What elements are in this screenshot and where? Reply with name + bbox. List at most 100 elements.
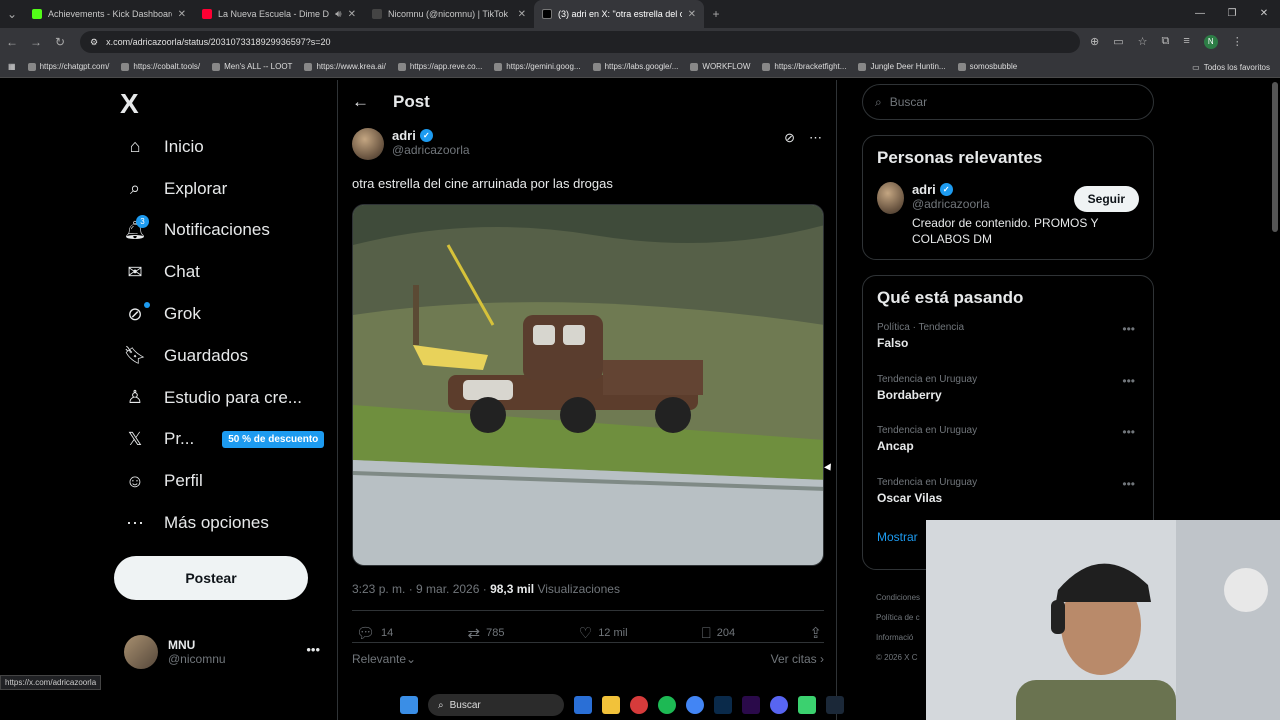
sort-dropdown[interactable]: Relevante⌄ [352,652,416,666]
avatar[interactable] [352,128,384,160]
tab-list-icon[interactable]: ⌄ [0,7,24,21]
close-icon[interactable]: ✕ [688,9,696,20]
relevant-person[interactable]: adri ✓ @adricazoorla Creador de contenido… [877,182,1139,247]
menu-icon[interactable]: ⋮ [1232,35,1243,49]
cast-icon[interactable]: ▭ [1113,35,1123,49]
nav-item-grok[interactable]: ⊘ Grok [114,293,334,335]
bookmark[interactable]: https://gemini.goog... [494,62,581,71]
tab-tiktok[interactable]: Nicomnu (@nicomnu) | TikTok ✕ [364,0,534,28]
search-input[interactable]: ⌕ Buscar [862,84,1154,120]
close-icon[interactable]: ✕ [518,9,526,20]
chrome-icon[interactable] [686,696,704,714]
nav-item-chat[interactable]: ✉ Chat [114,251,334,293]
trend-item[interactable]: Tendencia en Uruguay Bordaberry ••• [877,374,1139,426]
outlook-icon[interactable] [574,696,592,714]
close-icon[interactable]: ✕ [348,9,356,20]
trend-item[interactable]: Tendencia en Uruguay Ancap ••• [877,425,1139,477]
steam-icon[interactable] [826,696,844,714]
profile-avatar-icon[interactable]: N [1203,35,1218,49]
all-bookmarks[interactable]: ▭ Todos los favoritos [1192,56,1270,78]
minimize-icon[interactable]: — [1184,0,1216,28]
app-icon[interactable] [798,696,816,714]
post-time[interactable]: 3:23 p. m. · 9 mar. 2026 · [352,582,490,596]
post-media[interactable] [352,204,824,566]
nav-item-pr[interactable]: 𝕏 Pr... 50 % de descuento [114,419,334,461]
more-icon[interactable]: ••• [306,642,320,657]
page-scrollbar[interactable] [1272,82,1278,232]
quotes-link[interactable]: Ver citas › [771,652,824,666]
spotify-icon[interactable] [658,696,676,714]
post-button[interactable]: Postear [114,555,308,600]
discord-icon[interactable] [770,696,788,714]
bookmark[interactable]: https://labs.google/... [592,62,678,71]
address-bar[interactable]: ⚙ x.com/adricazoorla/status/203107331892… [80,31,1080,53]
close-icon[interactable]: ✕ [178,9,186,20]
post-author[interactable]: adri ✓ @adricazoorla [352,128,470,160]
back-icon[interactable]: ← [0,35,24,49]
bookmark[interactable]: Men's ALL -- LOOT [212,62,292,71]
extensions-icon[interactable]: ⧉ [1162,35,1170,49]
like-button[interactable]: ♡ 12 mil [579,624,628,642]
forward-icon[interactable]: → [24,35,48,49]
bookmark[interactable]: somosbubble [957,62,1018,71]
x-logo[interactable]: X [120,82,164,126]
nav-item-notificaciones[interactable]: 🔔︎ 3 Notificaciones [114,210,334,252]
more-icon[interactable]: ⋯ [809,130,822,146]
back-arrow-icon[interactable]: ← [352,92,369,112]
bookmark[interactable]: https://www.krea.ai/ [304,62,386,71]
grok-icon: ⊘ [127,303,143,324]
star-icon[interactable]: ☆ [1138,35,1148,49]
bookmark-favicon-icon [957,62,966,71]
share-icon: ⇪ [809,625,822,642]
avatar[interactable] [877,182,904,214]
premiere-icon[interactable] [742,696,760,714]
windows-start-icon[interactable] [400,696,418,714]
nav-item-explorar[interactable]: ⌕ Explorar [114,168,334,210]
trend-list: Política · Tendencia Falso ••• Tendencia en… [877,322,1139,528]
bookmark[interactable]: Jungle Deer Huntin... [858,62,946,71]
more-icon[interactable]: ••• [1122,322,1135,336]
reply-button[interactable]: 💬︎ 14 [356,624,393,642]
apps-icon[interactable]: ▦ [8,62,16,71]
bookmark[interactable]: https://app.reve.co... [397,62,482,71]
reload-icon[interactable]: ↻ [48,35,72,49]
tab-x-post[interactable]: (3) adri en X: "otra estrella del c ✕ [534,0,704,28]
account-switcher[interactable]: MNU @nicomnu ••• [124,630,324,674]
search-placeholder: Buscar [889,95,928,109]
photoshop-icon[interactable] [714,696,732,714]
speaker-icon[interactable]: 🔊︎ [335,9,341,20]
taskbar-search[interactable]: ⌕ Buscar [428,694,564,716]
nav-item-más-opciones[interactable]: ⋯ Más opciones [114,502,334,544]
file-explorer-icon[interactable] [602,696,620,714]
repost-button[interactable]: ⇄ 785 [468,624,505,642]
grok-icon[interactable]: ⊘ [784,130,795,146]
bookmark[interactable]: https://cobalt.tools/ [121,62,200,71]
app-icon[interactable] [630,696,648,714]
trend-item[interactable]: Política · Tendencia Falso ••• [877,322,1139,374]
avatar [124,635,158,669]
close-window-icon[interactable]: ✕ [1248,0,1280,28]
bookmark-label: somosbubble [969,62,1018,71]
nav-item-perfil[interactable]: ☺ Perfil [114,460,334,502]
more-icon[interactable]: ••• [1122,477,1135,491]
nav-item-estudio-para-cre[interactable]: ♙ Estudio para cre... [114,377,334,419]
bookmark[interactable]: https://chatgpt.com/ [27,62,109,71]
site-info-icon[interactable]: ⚙ [90,37,98,48]
more-icon[interactable]: ••• [1122,374,1135,388]
new-tab-icon[interactable]: + [704,7,728,21]
tab-youtube[interactable]: La Nueva Escuela - Dime D 🔊︎ ✕ [194,0,364,28]
trend-context: Política · Tendencia [877,322,965,333]
zoom-icon[interactable]: ⊕ [1090,35,1099,49]
restore-icon[interactable]: ❐ [1216,0,1248,28]
bookmark-button[interactable]: ⎕ 204 [702,624,735,642]
share-button[interactable]: ⇪ [809,624,822,642]
follow-button[interactable]: Seguir [1073,186,1139,212]
chevron-down-icon: ⌄ [406,652,417,666]
nav-item-inicio[interactable]: ⌂ Inicio [114,126,334,168]
tab-kick[interactable]: Achievements - Kick Dashboard ✕ [24,0,194,28]
more-icon[interactable]: ••• [1122,425,1135,439]
bookmark[interactable]: https://bracketfight... [762,62,846,71]
nav-item-guardados[interactable]: 🔖︎ Guardados [114,335,334,377]
bookmark[interactable]: WORKFLOW [690,62,750,71]
media-icon[interactable]: ≡ [1183,35,1189,49]
